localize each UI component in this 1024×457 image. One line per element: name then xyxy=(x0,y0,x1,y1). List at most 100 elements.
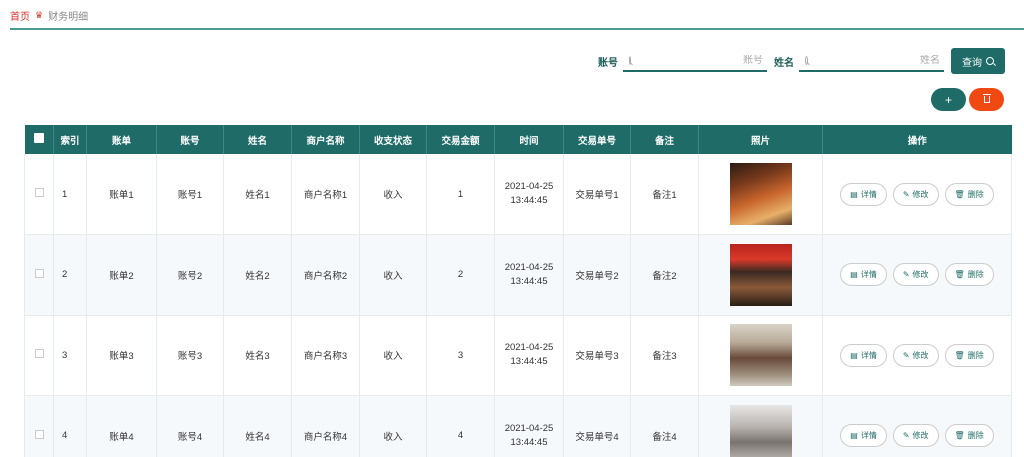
row-time: 2021-04-25 13:44:45 xyxy=(494,395,564,457)
col-header: 操作 xyxy=(822,125,1012,154)
delete-button[interactable]: 🗑 删除 xyxy=(944,182,994,206)
row-account: 账号2 xyxy=(156,234,224,316)
row-bill: 账单2 xyxy=(86,234,157,316)
row-index: 2 xyxy=(53,234,87,316)
row-amount: 4 xyxy=(426,395,495,457)
row-note: 备注3 xyxy=(630,315,699,396)
row-ops: ▤ 详情 ✎ 修改 🗑 删除 xyxy=(822,234,1012,316)
detail-button[interactable]: ▤ 详情 xyxy=(840,263,887,287)
select-all-checkbox[interactable] xyxy=(24,125,54,154)
row-account: 账号4 xyxy=(156,395,224,457)
table-row: 2 账单2 账号2 姓名2 商户名称2 收入 2 2021-04-25 13:44… xyxy=(24,234,1012,316)
edit-icon: ✎ xyxy=(902,270,910,280)
account-label: 账号 xyxy=(598,58,618,69)
row-note: 备注4 xyxy=(630,395,699,457)
data-table: 索引 账单 账号 姓名 商户名称 收支状态 交易金额 时间 交易单号 备注 照片… xyxy=(24,125,1012,457)
delete-button[interactable]: 🗑 删除 xyxy=(944,343,994,367)
account-field[interactable] xyxy=(623,50,767,72)
row-checkbox-cell[interactable] xyxy=(24,315,54,396)
search-icon xyxy=(805,55,808,65)
detail-button[interactable]: ▤ 详情 xyxy=(840,424,887,448)
row-tx-number: 交易单号2 xyxy=(563,234,631,316)
delete-button[interactable]: 🗑 删除 xyxy=(944,424,994,448)
row-photo-cell xyxy=(698,154,823,235)
row-bill: 账单3 xyxy=(86,315,157,396)
account-input[interactable] xyxy=(631,54,767,66)
search-icon xyxy=(629,55,631,65)
edit-button[interactable]: ✎ 修改 xyxy=(892,263,939,287)
detail-button[interactable]: ▤ 详情 xyxy=(840,182,887,206)
row-account: 账号1 xyxy=(156,154,224,235)
row-tx-number: 交易单号3 xyxy=(563,315,631,396)
document-icon: ▤ xyxy=(850,189,858,199)
name-label: 姓名 xyxy=(774,58,794,69)
breadcrumb-home[interactable]: 首页 xyxy=(10,8,30,23)
row-ops: ▤ 详情 ✎ 修改 🗑 删除 xyxy=(822,154,1012,235)
row-checkbox-cell[interactable] xyxy=(24,154,54,235)
row-time: 2021-04-25 13:44:45 xyxy=(494,154,564,235)
row-checkbox[interactable] xyxy=(34,188,44,197)
row-amount: 1 xyxy=(426,154,495,235)
add-button[interactable]: + xyxy=(931,88,966,111)
row-name: 姓名3 xyxy=(223,315,292,396)
row-name: 姓名1 xyxy=(223,154,292,235)
document-icon: ▤ xyxy=(850,431,858,441)
row-checkbox-cell[interactable] xyxy=(24,395,54,457)
breadcrumb: 首页 ♛ 财务明细 xyxy=(10,8,89,23)
row-account: 账号3 xyxy=(156,315,224,396)
edit-button[interactable]: ✎ 修改 xyxy=(892,182,939,206)
trash-icon: 🗑 xyxy=(954,189,965,199)
row-merchant: 商户名称1 xyxy=(291,154,360,235)
col-header: 账单 xyxy=(86,125,157,154)
row-photo-cell xyxy=(698,234,823,316)
edit-icon: ✎ xyxy=(902,350,910,360)
plus-icon: + xyxy=(944,92,952,107)
col-header: 账号 xyxy=(156,125,224,154)
row-tx-number: 交易单号1 xyxy=(563,154,631,235)
store-photo[interactable] xyxy=(729,404,792,457)
edit-button[interactable]: ✎ 修改 xyxy=(892,424,939,448)
store-photo[interactable] xyxy=(729,243,792,306)
row-bill: 账单1 xyxy=(86,154,157,235)
breadcrumb-current: 财务明细 xyxy=(48,11,89,23)
row-name: 姓名4 xyxy=(223,395,292,457)
row-time: 2021-04-25 13:44:45 xyxy=(494,234,564,316)
row-checkbox[interactable] xyxy=(34,268,44,278)
row-checkbox[interactable] xyxy=(34,349,44,359)
row-merchant: 商户名称4 xyxy=(291,395,360,457)
col-header: 照片 xyxy=(698,125,823,154)
row-name: 姓名2 xyxy=(223,234,292,316)
name-field[interactable] xyxy=(799,50,944,72)
store-photo[interactable] xyxy=(729,324,792,387)
crown-icon: ♛ xyxy=(35,9,44,20)
batch-delete-button[interactable] xyxy=(969,88,1004,111)
store-photo[interactable] xyxy=(729,163,792,225)
row-photo-cell xyxy=(698,315,823,396)
row-index: 1 xyxy=(53,154,87,235)
trash-icon: 🗑 xyxy=(954,270,965,280)
edit-icon: ✎ xyxy=(902,431,910,441)
query-button[interactable]: 查询 xyxy=(951,48,1005,74)
row-note: 备注2 xyxy=(630,234,699,316)
row-status: 收入 xyxy=(359,395,427,457)
row-checkbox[interactable] xyxy=(34,429,44,439)
detail-button[interactable]: ▤ 详情 xyxy=(840,343,887,367)
trash-icon: 🗑 xyxy=(954,350,965,360)
edit-button[interactable]: ✎ 修改 xyxy=(892,343,939,367)
row-ops: ▤ 详情 ✎ 修改 🗑 删除 xyxy=(822,395,1012,457)
table-row: 1 账单1 账号1 姓名1 商户名称1 收入 1 2021-04-25 13:44… xyxy=(24,154,1012,235)
query-button-label: 查询 xyxy=(962,57,982,69)
delete-button[interactable]: 🗑 删除 xyxy=(944,263,994,287)
col-header: 姓名 xyxy=(223,125,292,154)
search-bar: 账号 姓名 查询 xyxy=(0,48,1024,74)
table-row: 4 账单4 账号4 姓名4 商户名称4 收入 4 2021-04-25 13:44… xyxy=(24,395,1012,457)
edit-icon: ✎ xyxy=(902,189,910,199)
row-tx-number: 交易单号4 xyxy=(563,395,631,457)
row-ops: ▤ 详情 ✎ 修改 🗑 删除 xyxy=(822,315,1012,396)
document-icon: ▤ xyxy=(850,270,858,280)
row-checkbox-cell[interactable] xyxy=(24,234,54,316)
header-divider xyxy=(10,28,1024,30)
name-input[interactable] xyxy=(808,54,944,66)
col-header: 收支状态 xyxy=(359,125,427,154)
row-amount: 3 xyxy=(426,315,495,396)
